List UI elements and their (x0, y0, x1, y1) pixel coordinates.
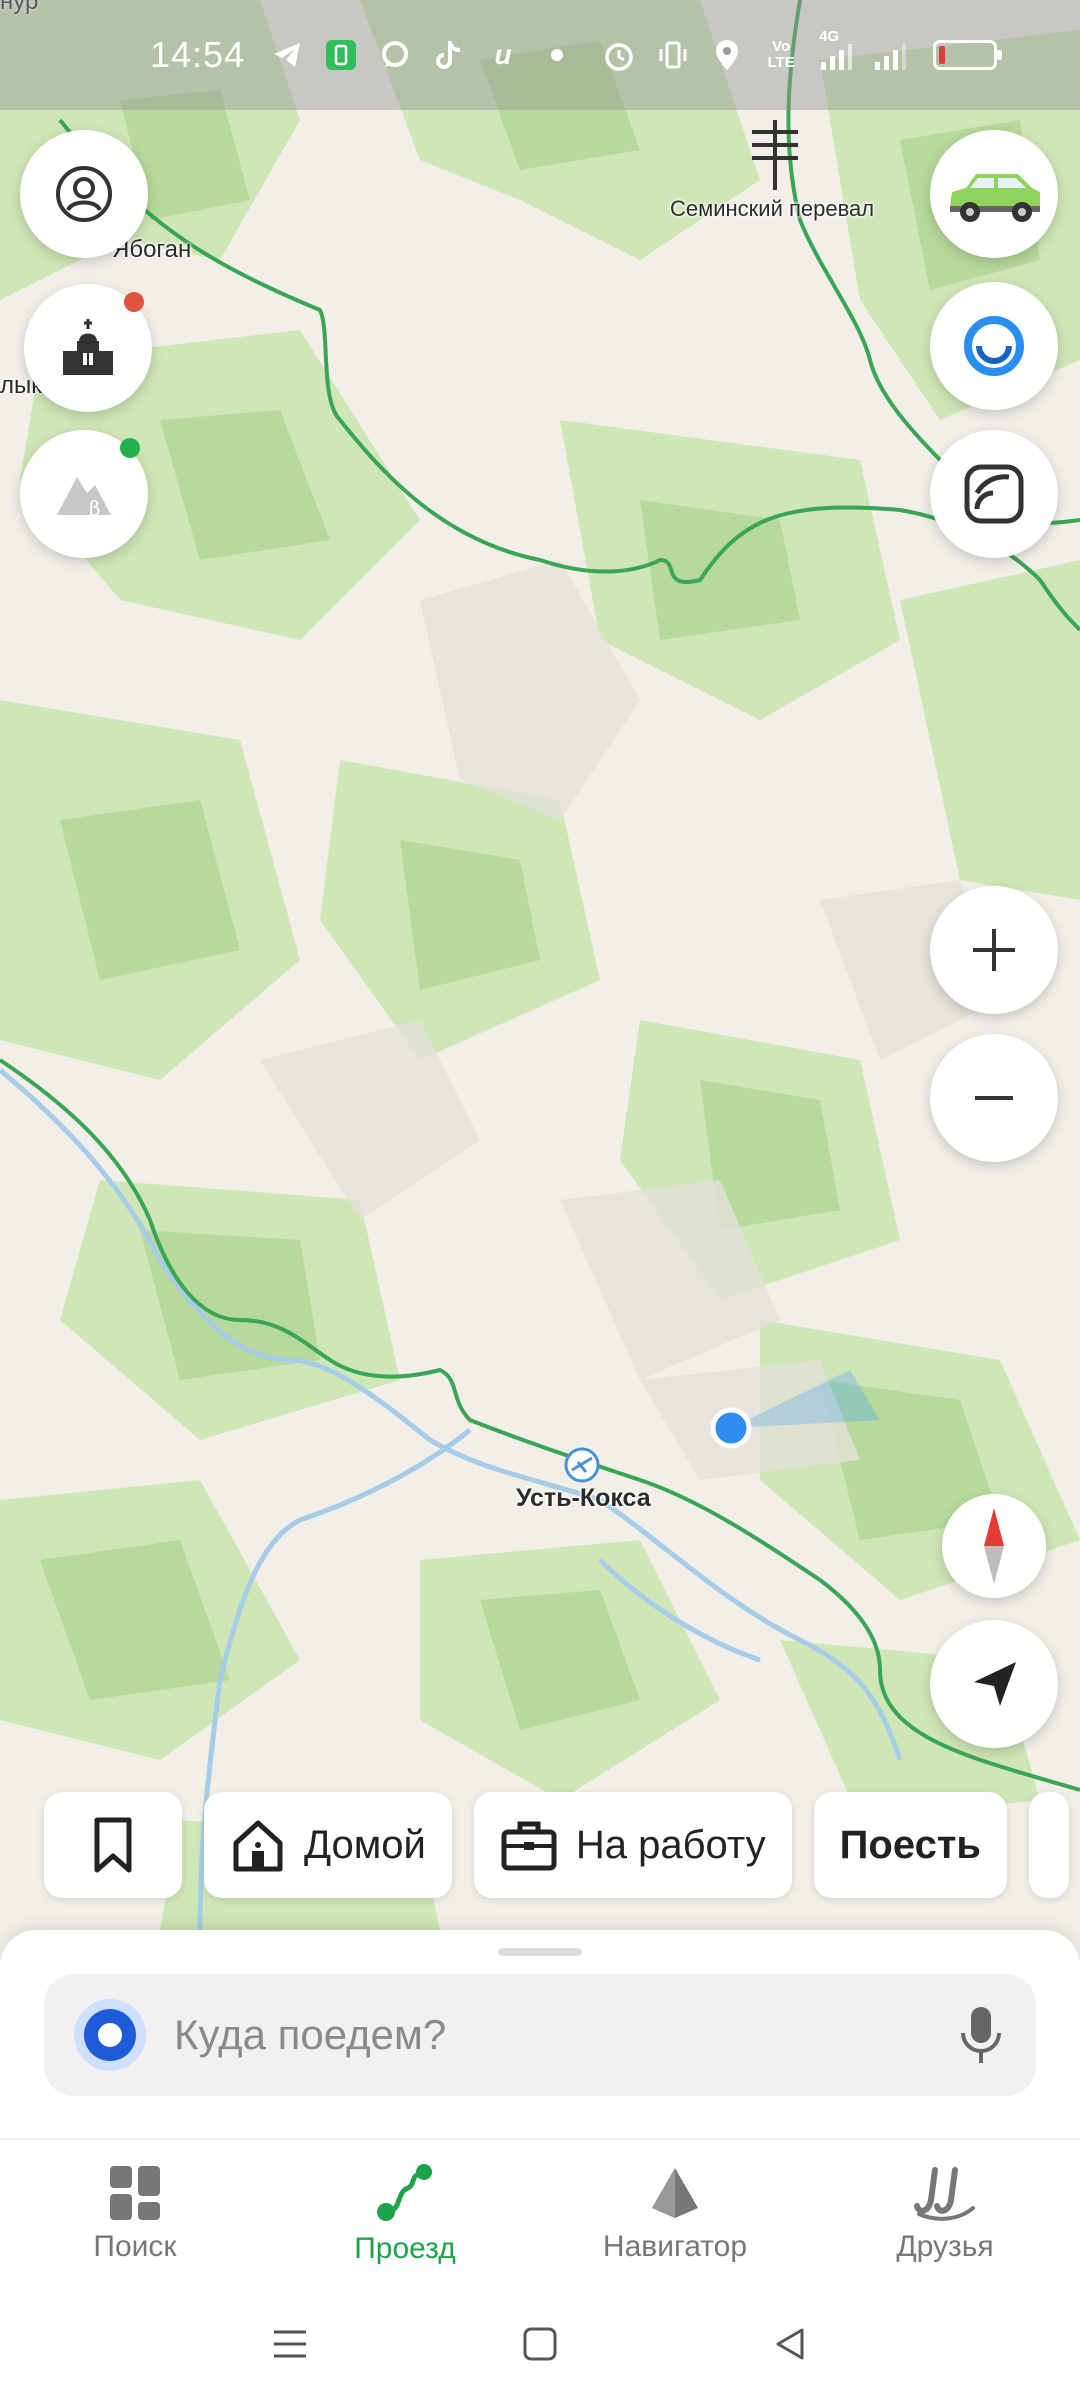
tab-route[interactable]: Проезд (270, 2140, 540, 2288)
my-location-button[interactable] (930, 1620, 1058, 1748)
bottom-tab-bar: Поиск Проезд Навигатор Друзья (0, 2138, 1080, 2288)
profile-button[interactable] (20, 130, 148, 258)
quick-chips: Домой На работу Поесть (44, 1792, 1069, 1898)
tab-navigator-label: Навигатор (602, 2230, 748, 2263)
route-icon (377, 2164, 432, 2221)
bookmarks-chip[interactable] (44, 1792, 182, 1898)
svg-text:β: β (89, 496, 101, 520)
system-nav-bar (0, 2288, 1080, 2400)
signal-icon (867, 33, 911, 77)
my-location-icon (74, 1999, 146, 2071)
alice-icon (964, 316, 1024, 376)
terrain-badge (120, 438, 140, 458)
landmark-icon (63, 319, 113, 375)
car-icon (950, 174, 1040, 222)
network-type: 4G (819, 28, 840, 45)
eat-chip-label: Поесть (839, 1822, 981, 1867)
friends-icon (914, 2167, 975, 2221)
sheet-handle[interactable] (498, 1948, 582, 1956)
dot-icon (535, 33, 579, 77)
battery-level (939, 46, 946, 64)
work-chip[interactable]: На работу (473, 1792, 792, 1898)
mountain-beta-icon: β (57, 477, 111, 520)
home-chip-label: Домой (304, 1822, 426, 1867)
more-chip[interactable] (1029, 1792, 1069, 1898)
tab-navigator[interactable]: Навигатор (540, 2140, 810, 2288)
tab-search-label: Поиск (93, 2230, 177, 2263)
work-chip-label: На работу (575, 1822, 766, 1867)
eat-chip[interactable]: Поесть (813, 1792, 1007, 1898)
telegram-icon (265, 33, 309, 77)
user-icon (56, 166, 112, 222)
navigator-icon (652, 2168, 698, 2218)
tab-friends[interactable]: Друзья (810, 2140, 1080, 2288)
search-input[interactable] (174, 2011, 956, 2059)
briefcase-icon (501, 1821, 557, 1871)
tab-route-label: Проезд (354, 2232, 456, 2265)
tab-friends-label: Друзья (896, 2230, 994, 2263)
grid-icon (110, 2166, 160, 2220)
tiktok-icon (427, 33, 471, 77)
terrain-beta-button[interactable]: β (20, 430, 148, 558)
status-bar: 14:54 и Vo LTE 4G (0, 0, 1080, 110)
map-label-ust-koksa[interactable]: Усть-Кокса (516, 1484, 651, 1513)
location-arrow-icon (974, 1662, 1016, 1706)
places-layer-button[interactable] (24, 284, 152, 412)
map-label-seminsky-pass[interactable]: Семинский перевал (670, 196, 874, 222)
compass-icon (984, 1508, 1004, 1584)
signal-icon: 4G (813, 29, 857, 77)
minus-icon (975, 1096, 1013, 1100)
tab-search[interactable]: Поиск (0, 2140, 270, 2288)
bookmark-icon (94, 1817, 132, 1873)
battery-saver-icon (319, 33, 363, 77)
home-nav-icon[interactable] (520, 2324, 560, 2364)
status-time: 14:54 (150, 34, 246, 75)
location-icon (705, 33, 749, 77)
user-location-marker (710, 1407, 752, 1449)
car-button[interactable] (930, 130, 1058, 258)
layers-button[interactable] (930, 430, 1058, 558)
microphone-icon[interactable] (956, 2003, 1006, 2067)
compass-button[interactable] (942, 1494, 1046, 1598)
vibrate-icon (651, 33, 695, 77)
chat-icon (373, 33, 417, 77)
bottom-sheet: Поиск Проезд Навигатор Друзья (0, 1930, 1080, 2400)
i-icon: и (494, 39, 512, 70)
stack-icon (964, 464, 1024, 524)
search-bar[interactable] (44, 1974, 1036, 2096)
zoom-in-button[interactable] (930, 886, 1058, 1014)
volte-label: Vo LTE (767, 38, 795, 71)
home-chip[interactable]: Домой (204, 1792, 452, 1898)
plus-icon (973, 929, 1015, 971)
assistant-button[interactable] (930, 282, 1058, 410)
home-icon (233, 1820, 283, 1872)
battery-icon (933, 40, 1003, 70)
places-badge (124, 292, 144, 312)
menu-icon[interactable] (270, 2324, 310, 2364)
alarm-icon (597, 33, 641, 77)
back-icon[interactable] (770, 2324, 810, 2364)
zoom-out-button[interactable] (930, 1034, 1058, 1162)
